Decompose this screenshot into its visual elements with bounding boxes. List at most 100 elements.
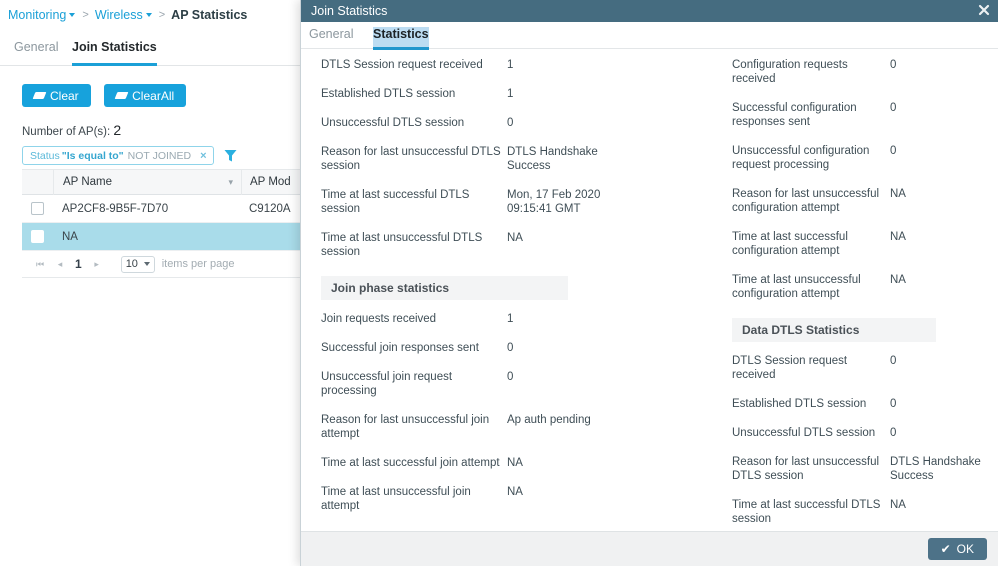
stats-columns: DTLS Session request received 1 Establis… xyxy=(301,50,998,531)
table-header-row: AP Name ▾ AP Mod xyxy=(22,169,301,195)
modal-tab-general[interactable]: General xyxy=(309,27,353,47)
prev-page-icon[interactable]: ◂ xyxy=(50,259,70,270)
eraser-icon xyxy=(32,92,47,99)
stat-label: Configuration requests received xyxy=(732,59,848,85)
chevron-down-icon-page-size xyxy=(143,262,150,266)
filter-icon[interactable] xyxy=(224,149,237,163)
first-page-icon[interactable]: ⏮ xyxy=(30,259,50,270)
filter-chip-status[interactable]: Status "Is equal to" NOT JOINED × xyxy=(22,146,214,165)
chevron-down-icon-wireless[interactable] xyxy=(145,13,152,17)
stat-value: DTLS Handshake Success xyxy=(890,456,981,482)
breadcrumb-link-wireless[interactable]: Wireless xyxy=(95,8,143,22)
breadcrumb-link-monitoring[interactable]: Monitoring xyxy=(8,8,66,22)
table-header-ap-name[interactable]: AP Name ▾ xyxy=(53,169,241,195)
close-icon-filter-chip[interactable]: × xyxy=(200,150,206,162)
stat-label: Established DTLS session xyxy=(321,88,456,100)
stat-row: Join requests received 1 xyxy=(321,304,634,333)
stat-label: Time at last successful DTLS session xyxy=(732,499,881,525)
breadcrumb-label-wireless: Wireless xyxy=(94,8,143,22)
stat-row: Unsuccessful join request processing 0 xyxy=(321,362,634,405)
table-row-checkbox-cell-selected xyxy=(22,230,53,243)
stat-label: Unsuccessful DTLS session xyxy=(732,427,876,439)
stat-row: Unsuccessful configuration request proce… xyxy=(732,136,989,179)
page-size-select[interactable]: 10 xyxy=(120,255,155,273)
table-row-selected[interactable]: NA xyxy=(22,223,313,251)
stat-row: Time at last successful DTLS session Mon… xyxy=(321,180,634,223)
table-cell-ap-model: C9120A xyxy=(249,202,291,215)
table-row[interactable]: AP2CF8-9B5F-7D70 C9120A xyxy=(22,195,301,223)
clear-button[interactable]: Clear xyxy=(22,84,91,107)
next-page-icon[interactable]: ▸ xyxy=(87,259,107,270)
stat-row: Reason for last unsuccessful join attemp… xyxy=(321,405,634,448)
stat-value: NA xyxy=(890,274,906,286)
table-header-ap-name-label: AP Name xyxy=(63,175,113,188)
ap-table: AP Name ▾ AP Mod AP2CF8-9B5F-7D70 C9120A… xyxy=(22,169,313,278)
stat-row: Time at last successful DTLS session NA xyxy=(732,490,989,531)
table-header-ap-model[interactable]: AP Mod xyxy=(241,169,301,195)
stat-value: 1 xyxy=(507,59,514,71)
stat-row: Reason for last unsuccessful DTLS sessio… xyxy=(732,447,989,490)
stat-label: Reason for last unsuccessful configurati… xyxy=(732,188,880,214)
chevron-down-icon-monitoring[interactable] xyxy=(69,13,76,17)
stat-value: 0 xyxy=(507,342,514,354)
table-pager: ⏮ ◂ 1 ▸ 10 items per page xyxy=(22,251,301,278)
stat-label: Established DTLS session xyxy=(732,398,867,410)
ok-button-label: OK xyxy=(956,542,974,556)
row-checkbox[interactable] xyxy=(31,202,44,215)
stat-label: Unsuccessful DTLS session xyxy=(321,117,465,129)
stat-row: Reason for last unsuccessful DTLS sessio… xyxy=(321,137,634,180)
close-icon[interactable] xyxy=(977,3,991,17)
stat-label: Join requests received xyxy=(321,313,437,325)
ok-button[interactable]: ✔ OK xyxy=(927,538,987,560)
stat-row: Time at last unsuccessful configuration … xyxy=(732,265,989,308)
ap-count-value: 2 xyxy=(113,122,122,138)
row-checkbox-selected[interactable] xyxy=(31,230,44,243)
stat-value: 0 xyxy=(890,59,897,71)
stat-row: Established DTLS session 1 xyxy=(321,79,634,108)
modal-tab-statistics[interactable]: Statistics xyxy=(373,27,429,50)
stat-row: Time at last unsuccessful DTLS session N… xyxy=(321,223,634,266)
clear-button-label: Clear xyxy=(50,88,79,103)
stat-row: Unsuccessful DTLS session 0 xyxy=(732,418,989,447)
current-page-number[interactable]: 1 xyxy=(70,257,87,271)
stat-label: DTLS Session request received xyxy=(321,59,483,71)
stat-value: NA xyxy=(890,188,906,200)
check-icon: ✔ xyxy=(940,542,951,556)
breadcrumb-separator-1: > xyxy=(82,9,89,21)
stat-row: Time at last unsuccessful join attempt N… xyxy=(321,477,634,520)
stat-value: 0 xyxy=(890,355,897,367)
section-heading-data-dtls: Data DTLS Statistics xyxy=(732,318,936,342)
stat-value: 1 xyxy=(507,88,514,100)
page-size-value: 10 xyxy=(125,258,138,270)
tab-general[interactable]: General xyxy=(14,40,58,66)
stat-label: Time at last successful DTLS session xyxy=(321,189,470,215)
stat-row: Successful join responses sent 0 xyxy=(321,333,634,362)
stat-label: Reason for last unsuccessful DTLS sessio… xyxy=(732,456,880,482)
stat-row: DTLS Session request received 1 xyxy=(321,50,634,79)
table-cell-ap-name: AP2CF8-9B5F-7D70 xyxy=(62,202,169,215)
join-statistics-modal: Join Statistics General Statistics DTLS … xyxy=(300,0,998,566)
stat-value: NA xyxy=(507,232,523,244)
tab-join-statistics[interactable]: Join Statistics xyxy=(72,40,157,66)
clear-all-button[interactable]: ClearAll xyxy=(104,84,187,107)
stat-value: NA xyxy=(890,231,906,243)
stat-label: Time at last successful configuration at… xyxy=(732,231,848,257)
modal-body: DTLS Session request received 1 Establis… xyxy=(301,50,998,531)
table-row-checkbox-cell xyxy=(22,202,53,215)
filter-chip-field: Status xyxy=(30,149,60,162)
stat-value: 0 xyxy=(890,398,897,410)
stat-value: 0 xyxy=(507,117,514,129)
stat-row: Time at last successful join attempt NA xyxy=(321,448,634,477)
chevron-down-icon-sort[interactable]: ▾ xyxy=(228,170,233,195)
breadcrumb-separator-2: > xyxy=(158,9,166,21)
stat-value: 1 xyxy=(507,313,514,325)
breadcrumb-label-monitoring: Monitoring xyxy=(8,8,67,22)
stat-value: NA xyxy=(507,457,523,469)
stat-label: Time at last unsuccessful DTLS session xyxy=(321,232,483,258)
stat-label: DTLS Session request received xyxy=(732,355,848,381)
table-cell-ap-name-selected: NA xyxy=(62,230,78,243)
modal-title: Join Statistics xyxy=(311,4,388,18)
filter-chip-value: NOT JOINED xyxy=(127,149,192,162)
stat-value: NA xyxy=(507,486,523,498)
stat-value: DTLS Handshake Success xyxy=(507,146,598,172)
